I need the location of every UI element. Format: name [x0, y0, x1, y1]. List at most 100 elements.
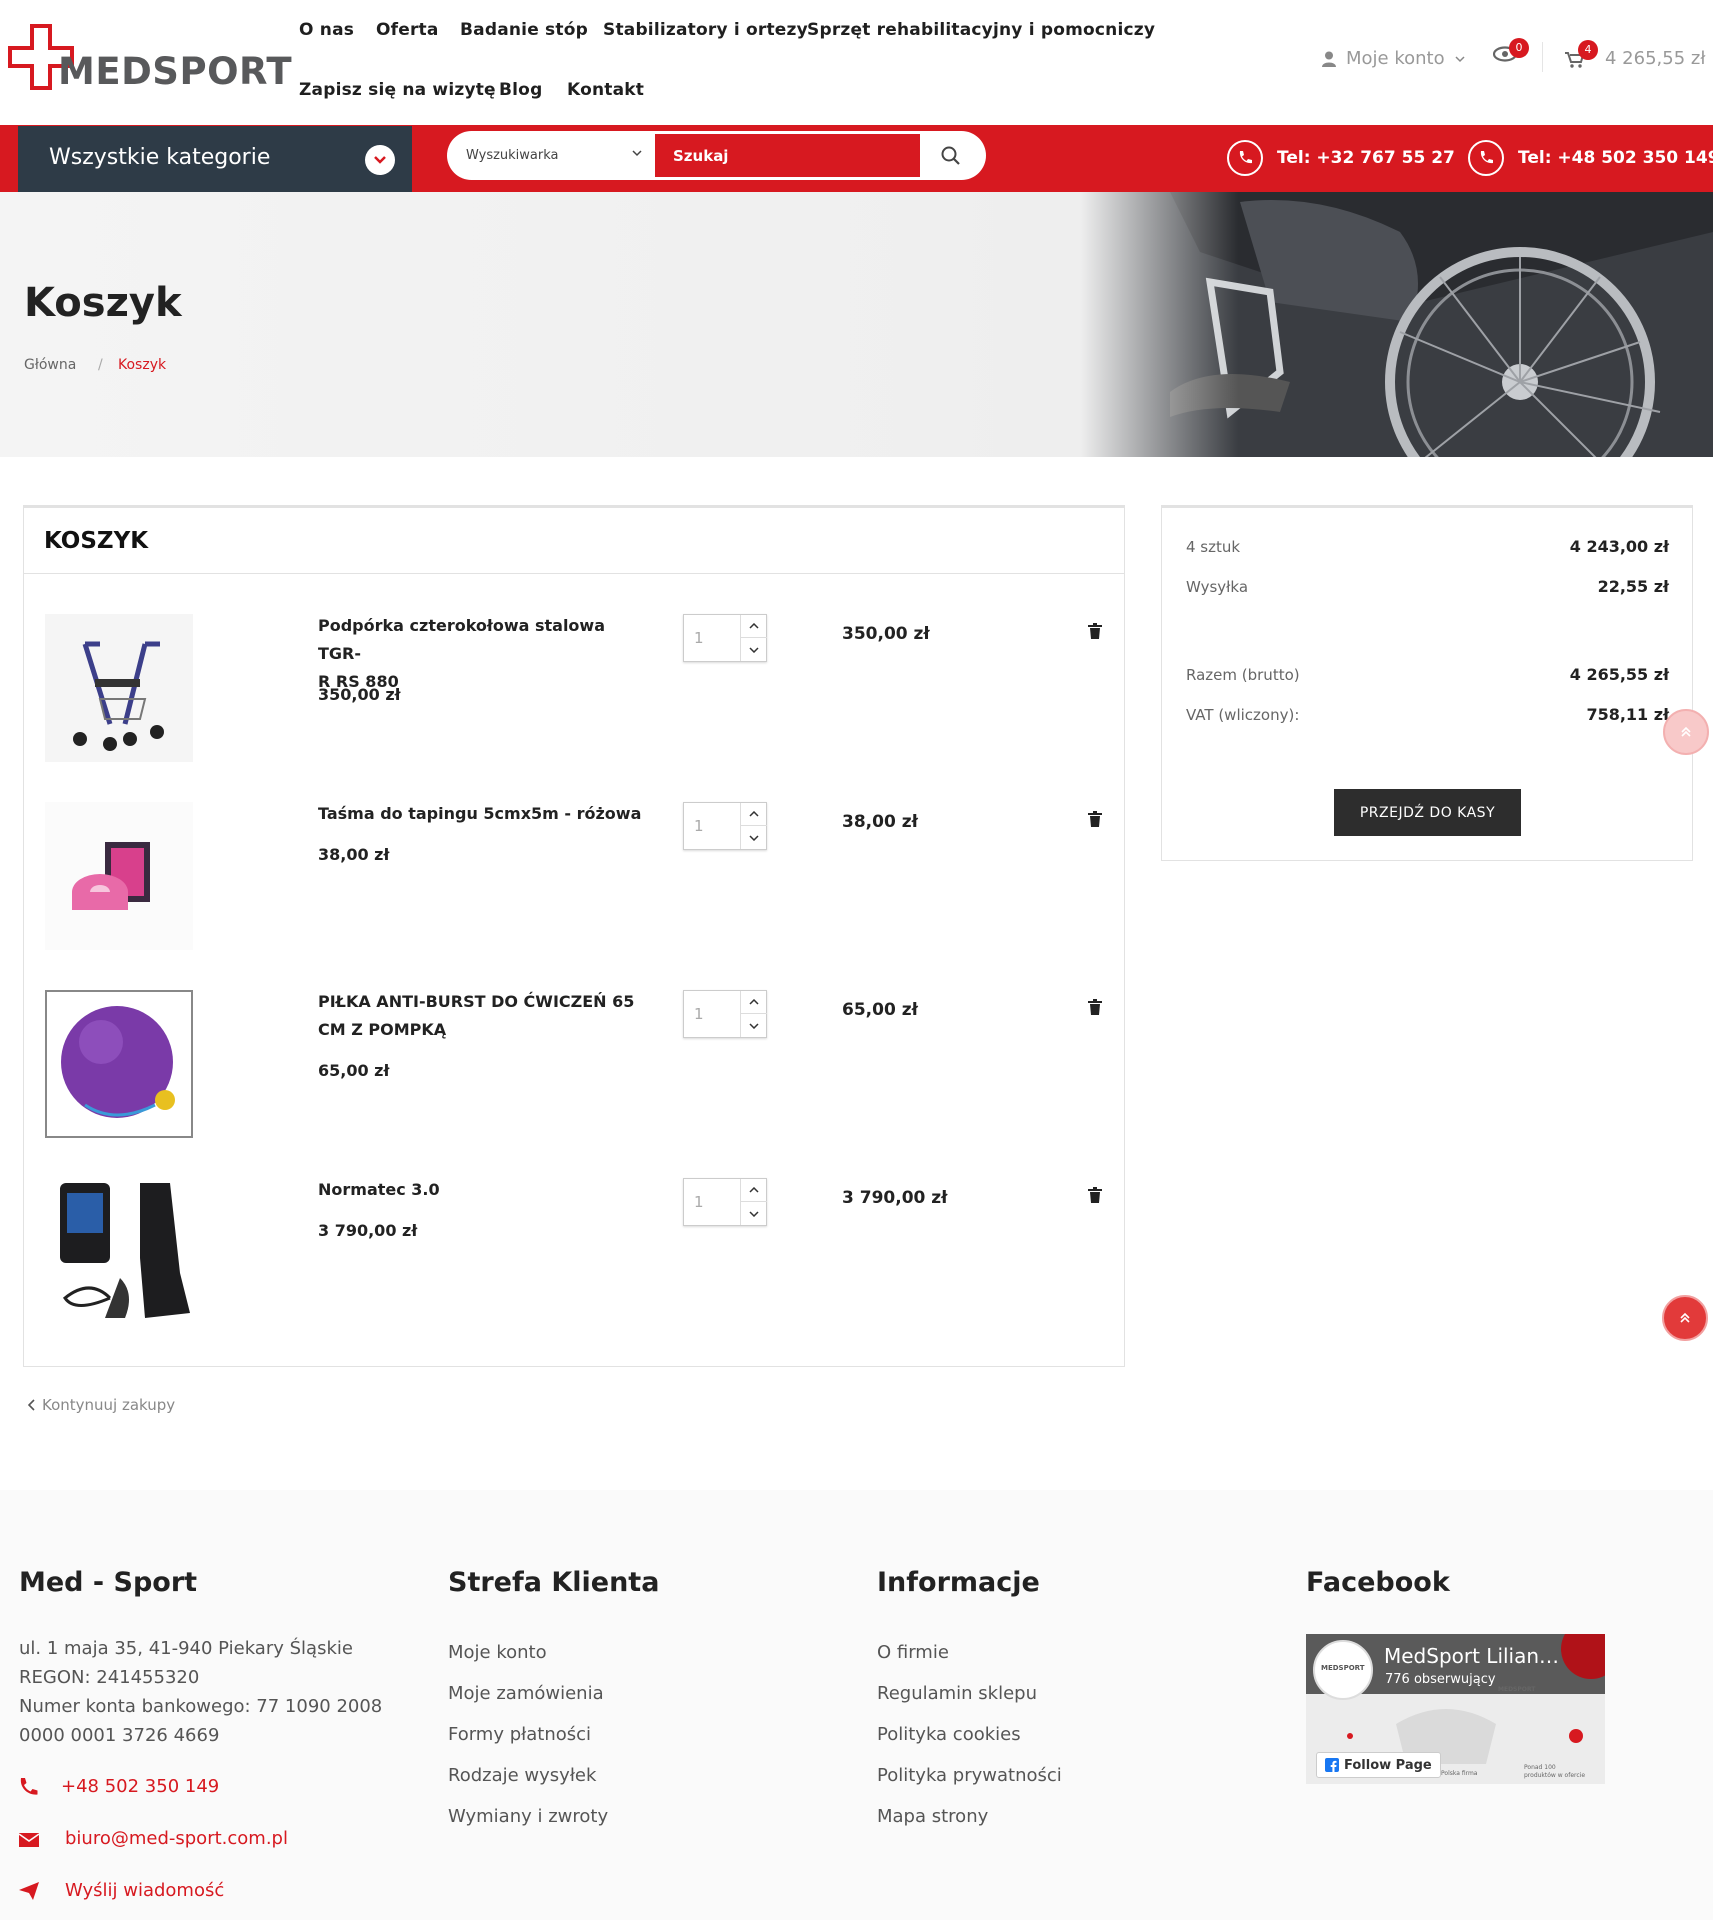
cart-heading: KOSZYK [44, 528, 149, 554]
product-name[interactable]: Taśma do tapingu 5cmx5m - różowa [318, 800, 648, 828]
summary-gross-label: Razem (brutto) [1186, 666, 1300, 684]
product-image-normatec[interactable] [45, 1178, 193, 1326]
footer-bank-2: 0000 0001 3726 4669 [19, 1725, 220, 1746]
quantity-decrease[interactable] [741, 638, 767, 661]
phone-1-text: Tel: +32 767 55 27 [1277, 148, 1455, 168]
search-input[interactable] [655, 134, 920, 177]
facebook-follow-button[interactable]: Follow Page [1316, 1752, 1441, 1778]
summary-vat-label: VAT (wliczony): [1186, 706, 1300, 724]
quantity-stepper[interactable] [683, 990, 767, 1038]
footer-link-sitemap[interactable]: Mapa strony [877, 1806, 988, 1827]
quantity-input[interactable] [684, 803, 740, 849]
product-name[interactable]: Normatec 3.0 [318, 1176, 648, 1204]
trash-icon[interactable] [1088, 623, 1102, 639]
phone-contact-2[interactable]: Tel: +48 502 350 149 [1468, 140, 1713, 176]
summary-items-value: 4 243,00 zł [1569, 537, 1669, 556]
product-unit-price: 65,00 zł [318, 1061, 390, 1080]
phone-2-text: Tel: +48 502 350 149 [1518, 148, 1713, 168]
breadcrumb-home[interactable]: Główna [24, 357, 76, 373]
footer-client-title: Strefa Klienta [448, 1567, 660, 1598]
line-total: 38,00 zł [842, 812, 918, 832]
cart-divider [24, 573, 1124, 574]
footer-link-terms[interactable]: Regulamin sklepu [877, 1683, 1037, 1704]
quantity-increase[interactable] [741, 1179, 767, 1202]
chevron-down-icon [1455, 55, 1465, 62]
summary-vat-value: 758,11 zł [1586, 705, 1669, 724]
nav-item-badanie-stop[interactable]: Badanie stóp [460, 20, 588, 40]
footer-message-link[interactable]: Wyślij wiadomość [65, 1880, 224, 1901]
footer-link-about[interactable]: O firmie [877, 1642, 949, 1663]
logo-text: MEDSPORT [58, 50, 293, 93]
quantity-decrease[interactable] [741, 1202, 767, 1225]
summary-items-label: 4 sztuk [1186, 538, 1241, 556]
line-total: 350,00 zł [842, 624, 930, 644]
search-icon[interactable] [938, 143, 964, 169]
nav-item-oferta[interactable]: Oferta [376, 20, 439, 40]
summary-gross-value: 4 265,55 zł [1569, 665, 1669, 684]
trash-icon[interactable] [1088, 1187, 1102, 1203]
product-image-ball[interactable] [45, 990, 193, 1138]
footer-regon: REGON: 241455320 [19, 1667, 200, 1688]
facebook-icon [1325, 1758, 1339, 1772]
facebook-tag-3: produktów w ofercie [1524, 1772, 1586, 1779]
quantity-decrease[interactable] [741, 1014, 767, 1037]
footer-link-account[interactable]: Moje konto [448, 1642, 547, 1663]
chevron-up-icon [749, 811, 759, 817]
quantity-input[interactable] [684, 1179, 740, 1225]
quantity-increase[interactable] [741, 803, 767, 826]
footer-link-returns[interactable]: Wymiany i zwroty [448, 1806, 608, 1827]
quantity-increase[interactable] [741, 615, 767, 638]
trash-icon[interactable] [1088, 999, 1102, 1015]
quantity-stepper[interactable] [683, 1178, 767, 1226]
footer-phone-link[interactable]: +48 502 350 149 [61, 1776, 219, 1797]
line-total: 65,00 zł [842, 1000, 918, 1020]
search-scope-select[interactable]: Wyszukiwarka [466, 148, 559, 163]
line-total: 3 790,00 zł [842, 1188, 948, 1208]
product-image-rollator[interactable] [45, 614, 193, 762]
scroll-top-button[interactable] [1662, 1295, 1708, 1341]
categories-label: Wszystkie kategorie [49, 145, 271, 170]
nav-item-stabilizatory[interactable]: Stabilizatory i ortezy [603, 20, 808, 40]
product-image-tape[interactable] [45, 802, 193, 950]
checkout-button[interactable]: PRZEJDŹ DO KASY [1334, 789, 1521, 836]
footer-link-shipping[interactable]: Rodzaje wysyłek [448, 1765, 596, 1786]
account-menu[interactable]: Moje konto [1322, 48, 1465, 69]
envelope-icon [18, 1833, 40, 1847]
chevron-down-icon [632, 150, 642, 157]
chevron-down-icon[interactable] [365, 145, 395, 175]
facebook-followers: 776 obserwujący [1385, 1672, 1496, 1687]
continue-shopping-link[interactable]: Kontynuuj zakupy [28, 1396, 175, 1414]
footer-link-orders[interactable]: Moje zamówienia [448, 1683, 604, 1704]
nav-item-kontakt[interactable]: Kontakt [567, 80, 644, 100]
cart-badge: 4 [1578, 40, 1598, 60]
facebook-page-name[interactable]: MedSport Lilian… [1384, 1644, 1559, 1668]
facebook-avatar-logo-text: MEDSPORT [1321, 1664, 1365, 1672]
footer-email-link[interactable]: biuro@med-sport.com.pl [65, 1828, 288, 1849]
chevron-down-icon [749, 1022, 759, 1029]
quantity-increase[interactable] [741, 991, 767, 1014]
nav-item-wizyta[interactable]: Zapisz się na wizytę [299, 80, 496, 100]
footer-link-cookies[interactable]: Polityka cookies [877, 1724, 1021, 1745]
footer-link-privacy[interactable]: Polityka prywatności [877, 1765, 1062, 1786]
scroll-top-button-faded[interactable] [1663, 709, 1709, 755]
quantity-stepper[interactable] [683, 802, 767, 850]
footer-info-title: Informacje [877, 1567, 1040, 1598]
quantity-decrease[interactable] [741, 826, 767, 849]
trash-icon[interactable] [1088, 811, 1102, 827]
footer-facebook-title: Facebook [1306, 1567, 1450, 1598]
summary-shipping-value: 22,55 zł [1597, 577, 1669, 596]
footer-address: ul. 1 maja 35, 41-940 Piekary Śląskie [19, 1638, 353, 1659]
quantity-input[interactable] [684, 615, 740, 661]
product-name[interactable]: Podpórka czterokołowa stalowa TGR- R RS … [318, 612, 648, 696]
quantity-stepper[interactable] [683, 614, 767, 662]
nav-item-o-nas[interactable]: O nas [299, 20, 354, 40]
phone-contact-1[interactable]: Tel: +32 767 55 27 [1227, 140, 1455, 176]
footer-link-payments[interactable]: Formy płatności [448, 1724, 591, 1745]
cart-total[interactable]: 4 265,55 zł [1605, 48, 1705, 69]
nav-item-sprzet[interactable]: Sprzęt rehabilitacyjny i pomocniczy [807, 20, 1155, 40]
facebook-widget[interactable]: MEDSPORT MedSport Lilian… 776 obserwując… [1306, 1634, 1605, 1784]
product-name[interactable]: PIŁKA ANTI-BURST DO ĆWICZEŃ 65 CM Z POMP… [318, 988, 648, 1044]
facebook-tag-2: Ponad 100 [1524, 1764, 1556, 1771]
nav-item-blog[interactable]: Blog [499, 80, 542, 100]
quantity-input[interactable] [684, 991, 740, 1037]
